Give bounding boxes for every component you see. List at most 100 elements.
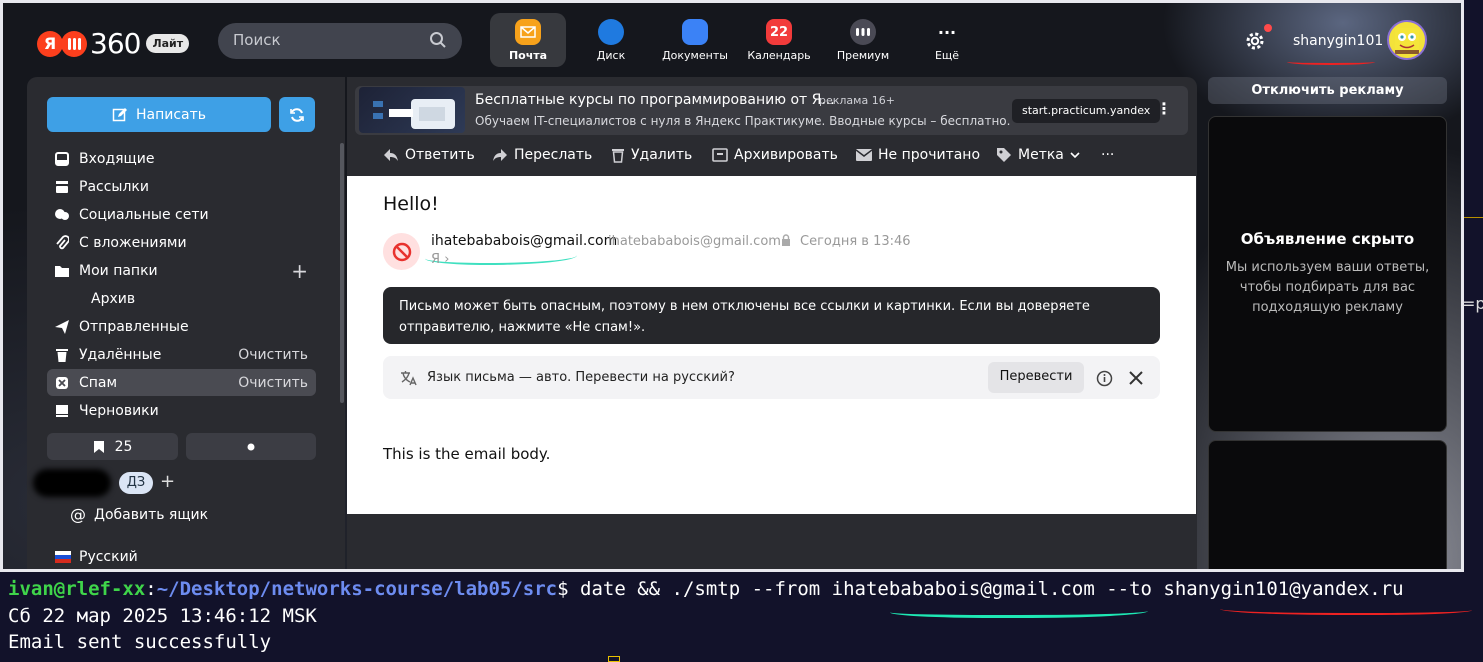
ad-subtitle[interactable]: Обучаем IT-специалистов с нуля в Яндекс … — [475, 114, 1010, 128]
yandex-360-logo[interactable]: Я 360 Лайт — [37, 27, 190, 60]
recipient[interactable]: Я › — [431, 252, 449, 267]
add-mailbox-label: Добавить ящик — [94, 506, 209, 523]
more-actions-button[interactable]: ··· — [1101, 145, 1114, 165]
sidebar-item-label: Архив — [91, 290, 136, 307]
info-icon[interactable] — [1096, 370, 1113, 387]
mailbox-tag[interactable]: ДЗ — [119, 472, 153, 494]
drafts-icon — [53, 402, 71, 420]
sidebar-item-deleted[interactable]: Удалённые Очистить — [47, 341, 316, 368]
bookmarks-filter[interactable]: 25 — [47, 433, 178, 460]
search-icon[interactable] — [429, 31, 447, 49]
terminal-output-status: Email sent successfully — [8, 631, 272, 653]
sidebar-item-label: Черновики — [79, 402, 159, 419]
sidebar-item-attachments[interactable]: С вложениями — [47, 229, 316, 256]
compose-button[interactable]: Написать — [47, 97, 271, 132]
folder-icon — [53, 262, 71, 280]
gear-icon[interactable] — [1243, 29, 1267, 53]
app-premium[interactable]: Премиум — [825, 13, 901, 67]
sidebar-item-inbox[interactable]: Входящие — [47, 145, 316, 172]
message-content — [347, 176, 1196, 514]
add-folder-button[interactable]: + — [291, 259, 308, 283]
terminal-command-line: ivan@rlef-xx:~/Desktop/networks-course/l… — [8, 578, 1404, 600]
chevron-right-icon: › — [444, 252, 450, 267]
translate-icon — [401, 371, 417, 386]
reply-button[interactable]: Ответить — [383, 145, 475, 165]
documents-icon — [682, 19, 708, 45]
compose-label: Написать — [135, 106, 207, 123]
recipient-label: Я — [431, 252, 441, 267]
chevron-down-icon — [1070, 152, 1080, 159]
clear-spam-button[interactable]: Очистить — [238, 375, 308, 391]
add-tag-button[interactable]: + — [160, 471, 175, 492]
reply-label: Ответить — [405, 147, 475, 163]
message-subject: Hello! — [383, 193, 439, 215]
app-mail[interactable]: Почта — [490, 13, 566, 67]
hidden-ad-text: Мы используем ваши ответы, чтобы подбира… — [1225, 260, 1430, 315]
label-button[interactable]: Метка — [996, 145, 1080, 165]
archive-label: Архивировать — [734, 147, 838, 163]
app-documents[interactable]: Документы — [657, 13, 733, 67]
sidebar-item-drafts[interactable]: Черновики — [47, 397, 316, 424]
paperclip-icon — [53, 234, 71, 252]
clear-deleted-button[interactable]: Очистить — [238, 347, 308, 363]
mark-unread-button[interactable]: Не прочитано — [856, 145, 980, 165]
sidebar-item-label: Рассылки — [79, 178, 149, 195]
app-premium-label: Премиум — [836, 49, 890, 62]
sidebar-item-label: Отправленные — [79, 318, 189, 335]
app-disk[interactable]: Диск — [573, 13, 649, 67]
app-calendar[interactable]: 22 Календарь — [741, 13, 817, 67]
sidebar-scrollbar[interactable] — [340, 143, 344, 403]
social-chat-icon — [53, 206, 71, 224]
delete-button[interactable]: Удалить — [611, 145, 692, 165]
sidebar-item-sent[interactable]: Отправленные — [47, 313, 316, 340]
message-date: Сегодня в 13:46 — [800, 234, 911, 249]
sidebar-item-social[interactable]: Социальные сети — [47, 201, 316, 228]
refresh-button[interactable] — [279, 97, 315, 132]
terminal-output-date: Сб 22 мар 2025 13:46:12 MSK — [8, 605, 317, 627]
ad-domain-button[interactable]: start.practicum.yandex — [1012, 99, 1161, 123]
archive-button[interactable]: Архивировать — [712, 145, 838, 165]
ad-title[interactable]: Бесплатные курсы по программированию от … — [475, 92, 835, 108]
app-mail-label: Почта — [508, 49, 548, 62]
inbox-icon — [53, 150, 71, 168]
translate-button[interactable]: Перевести — [988, 362, 1084, 393]
terminal-user: ivan@rlef-xx — [8, 578, 146, 600]
sender-address[interactable]: ihatebababois@gmail.com — [608, 234, 781, 249]
archive-icon — [712, 148, 728, 162]
label-label: Метка — [1018, 147, 1064, 163]
bookmark-count: 25 — [114, 438, 133, 455]
disable-ads-button[interactable]: Отключить рекламу — [1208, 77, 1447, 104]
message-body: This is the email body. — [383, 445, 551, 463]
unread-filter[interactable] — [186, 433, 316, 460]
language-label: Русский — [79, 549, 138, 565]
search-input[interactable]: Поиск — [218, 23, 462, 59]
lock-icon — [782, 234, 790, 246]
sidebar-item-archive[interactable]: Архив — [47, 285, 316, 312]
sidebar-item-newsletters[interactable]: Рассылки — [47, 173, 316, 200]
reply-icon — [384, 149, 398, 161]
more-dots-icon: ··· — [937, 22, 957, 42]
pencil-icon — [112, 107, 127, 121]
sidebar-item-spam[interactable]: Спам Очистить — [47, 369, 316, 396]
username-underline — [1287, 59, 1375, 65]
add-mailbox-link[interactable]: @ Добавить ящик — [70, 505, 208, 524]
trash-icon — [53, 346, 71, 364]
avatar[interactable] — [1387, 20, 1427, 60]
ad-menu-icon[interactable]: ⋮ — [1156, 99, 1172, 118]
delete-label: Удалить — [631, 147, 693, 163]
tag-icon — [997, 148, 1011, 162]
sidebar-item-label: Входящие — [79, 150, 155, 167]
notification-dot — [1264, 24, 1272, 32]
trash-icon — [612, 149, 624, 163]
app-more[interactable]: ··· Ещё — [909, 13, 985, 67]
forward-button[interactable]: Переслать — [492, 145, 592, 165]
newsletters-icon — [53, 178, 71, 196]
ad-image[interactable] — [359, 87, 465, 133]
hidden-ad-title: Объявление скрыто — [1240, 230, 1415, 248]
sidebar-item-my-folders[interactable]: Мои папки + — [47, 257, 316, 284]
logo-badge: Лайт — [146, 34, 190, 53]
username[interactable]: shanygin101 — [1293, 33, 1383, 49]
sender-name[interactable]: ihatebababois@gmail.com — [431, 233, 617, 249]
close-icon[interactable] — [1128, 370, 1144, 386]
language-selector[interactable]: Русский — [55, 549, 138, 565]
